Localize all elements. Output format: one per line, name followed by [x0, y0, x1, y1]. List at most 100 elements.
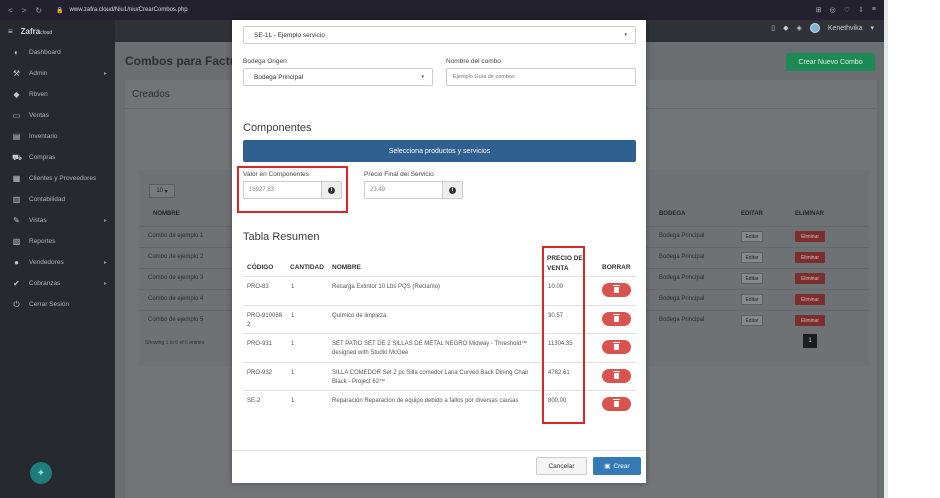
sidebar-item-inventario[interactable]: ▤ Inventario: [0, 126, 115, 147]
edit-button[interactable]: Editar: [741, 252, 763, 263]
sidebar-item-compras[interactable]: ⛟ Compras: [0, 147, 115, 168]
sidebar-item-reportes[interactable]: ▧ Reportes: [0, 231, 115, 252]
delete-item-button[interactable]: [602, 397, 631, 411]
chevron-down-icon[interactable]: ▾: [870, 24, 874, 32]
trash-icon: [613, 370, 620, 379]
components-title: Componentes: [243, 122, 312, 134]
sidebar-item-cobranzas[interactable]: ✔ Cobranzas ▸: [0, 273, 115, 294]
combo-name: Combo de ejemplo 3: [148, 275, 204, 281]
url-text: www.zafra.cloud/Niu1/niu/CrearCombos.php: [69, 7, 188, 13]
th-borrar: BORRAR: [602, 264, 631, 271]
check-icon: ✔: [13, 279, 20, 288]
delete-item-button[interactable]: [602, 283, 631, 297]
page-size-select[interactable]: 10 ▾: [149, 184, 175, 198]
cancel-button[interactable]: Cancelar: [536, 457, 587, 475]
item-qty: 1: [291, 312, 295, 319]
bodega-select[interactable]: Bodega Principal ▾: [243, 68, 433, 86]
box-icon: ▤: [12, 132, 21, 141]
caret-down-icon: ▾: [624, 32, 627, 38]
logo[interactable]: ≡ Zafracloud: [0, 20, 115, 42]
sidebar-item-vistas[interactable]: ✎ Vistas ▸: [0, 210, 115, 231]
nombre-label: Nombre del combo: [446, 58, 501, 65]
precio-input[interactable]: 23.49 i: [364, 181, 463, 199]
create-button[interactable]: ▣ Crear: [593, 457, 641, 475]
sidebar-item-ventas[interactable]: ▭ Ventas: [0, 105, 115, 126]
dashboard-icon: ◐: [14, 48, 19, 57]
doc-icon: ▥: [12, 195, 21, 204]
service-select[interactable]: SE-1L - Ejemplo servicio ▾: [243, 26, 636, 44]
bodega-label: Bodega Origen: [243, 58, 287, 65]
avatar[interactable]: [809, 23, 820, 33]
item-code: SE-2: [247, 398, 261, 404]
download-icon[interactable]: ⇩: [858, 6, 864, 14]
combo-name: Combo de ejemplo 1: [148, 233, 204, 239]
combo-bodega: Bodega Principal: [659, 233, 705, 239]
combo-bodega: Bodega Principal: [659, 254, 705, 260]
lock-icon: 🔒: [56, 7, 64, 14]
tags-icon[interactable]: ◈: [796, 24, 801, 32]
summary-title: Tabla Resumen: [243, 231, 320, 243]
delete-item-button[interactable]: [602, 340, 631, 354]
report-icon: ▧: [12, 237, 21, 246]
col-editar: EDITAR: [741, 211, 763, 217]
create-combo-button[interactable]: Crear Nuevo Combo: [786, 53, 875, 71]
sidebar-item-vendedores[interactable]: ● Vendedores ▸: [0, 252, 115, 273]
extension-icon[interactable]: ⊞: [816, 6, 822, 14]
nombre-input[interactable]: Ejemplo Guía de combos: [446, 68, 636, 86]
address-bar[interactable]: 🔒 www.zafra.cloud/Niu1/niu/CrearCombos.p…: [56, 7, 188, 14]
browser-nav: < > ↻: [8, 6, 42, 15]
heart-icon[interactable]: ♡: [844, 6, 850, 14]
sidebar-item-label: Reportes: [29, 238, 56, 245]
chevron-right-icon: ▸: [103, 281, 107, 287]
item-name: SET PATIO SET DE 2 SILLAS DE METAL NEGRO…: [332, 341, 528, 356]
hamburger-icon[interactable]: ≡: [8, 27, 13, 36]
user-name[interactable]: Kenethvika: [828, 25, 863, 32]
modal-footer-divider: [232, 450, 646, 451]
th-nombre: NOMBRE: [332, 264, 361, 271]
sidebar-item-cerrar-sesi-n[interactable]: ⏻ Cerrar Sesión: [0, 294, 115, 315]
page-1-button[interactable]: 1: [803, 334, 817, 348]
item-code: PRO-931: [247, 341, 273, 347]
select-products-button[interactable]: Selecciona productos y servicios: [243, 140, 636, 162]
edit-button[interactable]: Editar: [741, 315, 763, 326]
wrench-icon: ⚒: [12, 69, 21, 78]
delete-button[interactable]: Eliminar: [795, 252, 825, 263]
edit-button[interactable]: Editar: [741, 231, 763, 242]
delete-button[interactable]: Eliminar: [795, 273, 825, 284]
reload-icon[interactable]: ↻: [35, 6, 42, 15]
col-nombre: NOMBRE: [153, 211, 180, 217]
col-eliminar: ELIMINAR: [795, 211, 824, 217]
item-name: SILLA COMEDOR Set 2 pc Silla comedor Lan…: [332, 369, 529, 385]
lightbulb-icon[interactable]: ✦: [30, 462, 52, 484]
sidebar-item-label: Contabilidad: [29, 196, 66, 203]
delete-item-button[interactable]: [602, 368, 631, 383]
delete-button[interactable]: Eliminar: [795, 231, 825, 242]
sidebar-item-label: Cobranzas: [29, 280, 61, 287]
sidebar-item-contabilidad[interactable]: ▥ Contabilidad: [0, 189, 115, 210]
item-qty: 1: [291, 398, 295, 404]
combo-name: Combo de ejemplo 2: [148, 254, 204, 260]
delete-item-button[interactable]: [602, 311, 631, 326]
delete-button[interactable]: Eliminar: [795, 315, 825, 326]
top-bar-actions: ▯ ◆ ◈ Kenethvika ▾: [771, 23, 874, 33]
back-icon[interactable]: <: [8, 6, 13, 15]
combo-bodega: Bodega Principal: [659, 317, 705, 323]
precio-label: Precio Final del Servicio: [364, 171, 434, 178]
info-icon[interactable]: i: [442, 182, 462, 198]
sidebar-item-clientes-y-proveedores[interactable]: ▦ Clientes y Proveedores: [0, 168, 115, 189]
graduation-icon[interactable]: ◆: [783, 24, 788, 32]
camera-icon[interactable]: ◎: [830, 6, 836, 14]
delete-button[interactable]: Eliminar: [795, 294, 825, 305]
sidebar-item-label: Clientes y Proveedores: [29, 175, 97, 182]
sidebar-item-dashboard[interactable]: ◐ Dashboard: [0, 42, 115, 63]
combo-name: Combo de ejemplo 4: [148, 296, 204, 302]
sidebar-item-admin[interactable]: ⚒ Admin ▸: [0, 63, 115, 84]
forward-icon[interactable]: >: [22, 6, 27, 15]
mobile-icon[interactable]: ▯: [771, 24, 775, 32]
showing-entries: Showing 1 to 6 of 6 entries: [145, 340, 205, 346]
create-combo-modal: SE-1L - Ejemplo servicio ▾ Bodega Origen …: [232, 20, 646, 483]
menu-icon[interactable]: ≡: [872, 6, 876, 14]
sidebar-item-rbven[interactable]: ◆ Rbven: [0, 84, 115, 105]
edit-button[interactable]: Editar: [741, 273, 763, 284]
edit-button[interactable]: Editar: [741, 294, 763, 305]
